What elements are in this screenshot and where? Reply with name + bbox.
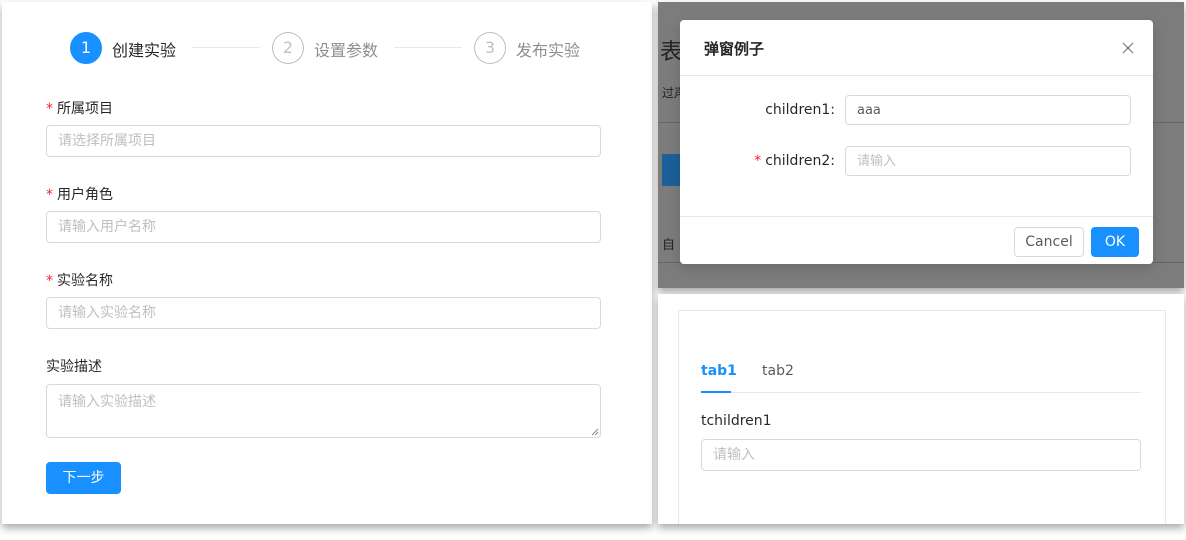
step-3-title: 发布实验 <box>516 41 581 60</box>
tchildren1-input[interactable] <box>701 439 1141 471</box>
required-mark: * <box>46 187 53 203</box>
steps-bar: 1 创建实验 2 设置参数 3 发布实验 <box>70 32 590 66</box>
tab-bar-divider <box>701 392 1141 393</box>
step-1-tail <box>192 47 260 48</box>
modal-header: 弹窗例子 <box>680 20 1153 76</box>
resize-grip-icon[interactable] <box>591 428 599 436</box>
step-3-icon: 3 <box>474 32 506 64</box>
tchildren1-label: tchildren1 <box>701 413 772 429</box>
required-mark: * <box>46 273 53 289</box>
children2-input[interactable] <box>845 146 1131 176</box>
tab-tab2[interactable]: tab2 <box>762 363 794 379</box>
next-step-button[interactable]: 下一步 <box>46 462 121 494</box>
modal-example-panel: 表 过声 自 弹窗例子 children1: *children2: Cance… <box>658 2 1184 288</box>
tab-ink-bar <box>701 391 731 393</box>
step-2-tail <box>394 47 462 48</box>
step-1-title: 创建实验 <box>112 41 177 60</box>
user-role-label: * 用户角色 <box>46 187 113 203</box>
modal-footer: Cancel OK <box>680 216 1153 264</box>
tabs-card: tab1 tab2 tchildren1 <box>678 310 1166 524</box>
ok-button[interactable]: OK <box>1091 227 1139 257</box>
tabs-example-panel: tab1 tab2 tchildren1 <box>658 294 1184 524</box>
background-page-title: 表 <box>660 40 683 65</box>
close-icon[interactable] <box>1117 37 1139 59</box>
cancel-button[interactable]: Cancel <box>1014 227 1084 257</box>
children1-label: children1: <box>765 102 835 118</box>
step-1-icon: 1 <box>70 32 102 64</box>
experiment-name-input[interactable] <box>46 297 601 329</box>
required-mark: * <box>46 101 53 117</box>
experiment-description-label: 实验描述 <box>46 359 102 375</box>
experiment-name-label: * 实验名称 <box>46 273 113 289</box>
children2-label: * children2: <box>754 153 835 169</box>
step-2-icon: 2 <box>272 32 304 64</box>
children1-input[interactable] <box>845 95 1131 125</box>
tab-tab1[interactable]: tab1 <box>701 363 737 379</box>
create-experiment-panel: 1 创建实验 2 设置参数 3 发布实验 *所属项目 *用户角色 *实验名称 实… <box>2 2 652 524</box>
experiment-description-textarea[interactable] <box>46 384 601 438</box>
background-footer-text: 自 <box>662 238 676 253</box>
modal-title: 弹窗例子 <box>704 40 765 58</box>
step-2-title: 设置参数 <box>314 41 379 60</box>
project-label: * 所属项目 <box>46 101 113 117</box>
modal-dialog: 弹窗例子 children1: *children2: Cancel OK <box>680 20 1153 264</box>
required-mark: * <box>754 153 762 169</box>
user-role-input[interactable] <box>46 211 601 243</box>
project-select[interactable] <box>46 125 601 157</box>
